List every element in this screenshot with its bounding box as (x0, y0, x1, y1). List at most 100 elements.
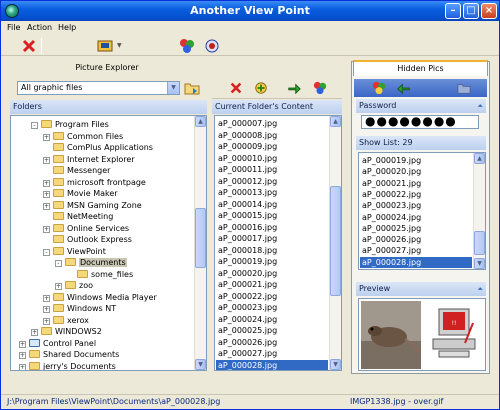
scroll-down-icon[interactable]: ▼ (474, 258, 485, 269)
menu-file[interactable]: File (7, 23, 20, 32)
tree-item[interactable]: + Online Services (43, 223, 129, 234)
file-list-item[interactable]: aP_000014.jpg (218, 199, 277, 210)
collapse-icon[interactable]: - (55, 260, 62, 267)
hidden-pics-tab[interactable]: Hidden Pics (353, 60, 488, 76)
expand-icon[interactable]: + (43, 191, 50, 198)
file-list-item[interactable]: aP_000027.jpg (218, 348, 277, 359)
scroll-up-icon[interactable]: ▲ (474, 153, 485, 164)
expand-icon[interactable]: + (43, 179, 50, 187)
tree-item[interactable]: - Documents (55, 257, 127, 268)
vertical-scrollbar[interactable]: ▲ ▼ (473, 153, 485, 269)
tree-item[interactable]: + Common Files (43, 131, 123, 142)
tree-item[interactable]: + MSN Gaming Zone (43, 200, 142, 211)
expand-icon[interactable]: + (31, 329, 38, 336)
file-list-item[interactable]: aP_000011.jpg (218, 164, 277, 175)
file-list-item[interactable]: aP_000024.jpg (218, 314, 277, 325)
hidden-list-item[interactable]: aP_000023.jpg (362, 200, 421, 211)
vertical-scrollbar[interactable]: ▲ ▼ (329, 116, 341, 370)
options-icon[interactable] (179, 38, 195, 54)
file-list-item[interactable]: aP_000009.jpg (218, 141, 277, 152)
tree-item[interactable]: - Program Files (31, 119, 109, 130)
tree-item[interactable]: ComPlus Applications (43, 142, 153, 153)
scroll-up-icon[interactable]: ▲ (330, 116, 341, 127)
tree-item[interactable]: some_files (67, 269, 133, 280)
file-list-item[interactable]: aP_000026.jpg (218, 337, 277, 348)
menu-help[interactable]: Help (58, 23, 76, 32)
expand-icon[interactable]: + (19, 352, 26, 359)
hidden-list-item[interactable]: aP_000021.jpg (362, 178, 421, 189)
chevron-down-icon[interactable]: ▼ (167, 82, 179, 94)
hidden-list-item[interactable]: aP_000019.jpg (362, 155, 421, 166)
hidden-file-list[interactable]: aP_000019.jpg aP_000020.jpg aP_000021.jpg a… (358, 152, 486, 270)
collapse-icon[interactable]: - (43, 248, 50, 256)
expand-icon[interactable]: + (43, 294, 50, 302)
delete-icon[interactable] (21, 38, 37, 54)
hidden-list-item[interactable]: aP_000026.jpg (362, 234, 421, 245)
folder-tree[interactable]: - Program Files + Common Files ComPlus Appli… (10, 115, 207, 371)
tree-item[interactable]: - ViewPoint (43, 246, 106, 257)
delete-icon[interactable] (229, 81, 243, 95)
expand-icon[interactable]: + (19, 340, 26, 348)
hidden-list-item[interactable]: aP_000024.jpg (362, 212, 421, 223)
scroll-thumb[interactable] (474, 231, 485, 255)
file-list[interactable]: aP_000007.jpg aP_000008.jpg aP_000009.jpg a… (214, 115, 342, 371)
hidden-list-item[interactable]: aP_000020.jpg (362, 166, 421, 177)
file-list-item[interactable]: aP_000018.jpg (218, 245, 277, 256)
scroll-thumb[interactable] (195, 208, 206, 268)
folder-browse-icon[interactable] (184, 80, 200, 96)
tree-item[interactable]: + Shared Documents (19, 349, 119, 360)
collapse-icon[interactable]: ⏶ (477, 99, 483, 113)
tree-item[interactable]: + Movie Maker (43, 188, 118, 199)
expand-icon[interactable]: + (43, 202, 50, 210)
expand-icon[interactable]: + (43, 225, 50, 233)
expand-icon[interactable]: + (43, 306, 50, 313)
tree-item[interactable]: + jerry's Documents (19, 361, 116, 370)
file-list-item[interactable]: aP_000022.jpg (218, 291, 277, 302)
hidden-list-item[interactable]: aP_000025.jpg (362, 223, 421, 234)
collapse-icon[interactable]: - (31, 122, 38, 129)
hidden-list-item[interactable]: aP_000028.jpg (360, 256, 472, 268)
file-list-item[interactable]: aP_000020.jpg (218, 268, 277, 279)
file-list-item[interactable]: aP_000012.jpg (218, 176, 277, 187)
file-list-item[interactable]: aP_000013.jpg (218, 187, 277, 198)
scroll-up-icon[interactable]: ▲ (195, 116, 206, 127)
scroll-down-icon[interactable]: ▼ (330, 359, 341, 370)
password-field[interactable]: ●●●●●●●● (361, 115, 479, 129)
collapse-icon[interactable]: ⏶ (477, 282, 483, 296)
file-list-item[interactable]: aP_000017.jpg (218, 233, 277, 244)
tree-item[interactable]: NetMeeting (43, 211, 113, 222)
tree-item[interactable]: + WINDOWS2 (31, 326, 102, 337)
tree-item[interactable]: + Windows NT (43, 303, 116, 314)
tree-item[interactable]: + Internet Explorer (43, 154, 135, 165)
expand-icon[interactable]: + (55, 283, 62, 290)
tree-item[interactable]: Messenger (43, 165, 110, 176)
hidden-list-item[interactable]: aP_000027.jpg (362, 245, 421, 256)
scroll-down-icon[interactable]: ▼ (195, 359, 206, 370)
file-list-item[interactable]: aP_000015.jpg (218, 210, 277, 221)
close-button[interactable]: × (481, 3, 497, 19)
file-list-item[interactable]: aP_000016.jpg (218, 222, 277, 233)
tree-item[interactable]: Outlook Express (43, 234, 132, 245)
tree-item[interactable]: + xerox (43, 315, 89, 326)
file-list-item[interactable]: aP_000010.jpg (218, 153, 277, 164)
minimize-button[interactable]: – (445, 3, 461, 19)
file-list-item[interactable]: aP_000019.jpg (218, 256, 277, 267)
expand-icon[interactable]: + (43, 317, 50, 325)
file-list-item[interactable]: aP_000021.jpg (218, 279, 277, 290)
tree-item[interactable]: + Windows Media Player (43, 292, 157, 303)
file-list-item[interactable]: aP_000023.jpg (218, 302, 277, 313)
tree-item[interactable]: + microsoft frontpage (43, 177, 146, 188)
expand-icon[interactable]: + (43, 156, 50, 164)
hidden-list-item[interactable]: aP_000022.jpg (362, 189, 421, 200)
add-icon[interactable] (254, 81, 268, 95)
scroll-thumb[interactable] (330, 186, 341, 296)
dropdown-arrow-icon[interactable]: ▼ (117, 42, 122, 49)
title-bar[interactable]: Another View Point – □ × (1, 1, 499, 21)
hide-icon[interactable] (97, 38, 113, 54)
file-list-item[interactable]: aP_000025.jpg (218, 325, 277, 336)
options-icon[interactable] (372, 81, 386, 95)
filter-dropdown[interactable]: All graphic files ▼ (17, 81, 180, 95)
file-list-item[interactable]: aP_000007.jpg (218, 118, 277, 129)
file-list-item[interactable]: aP_000028.jpg (216, 359, 328, 370)
help-icon[interactable] (204, 38, 220, 54)
